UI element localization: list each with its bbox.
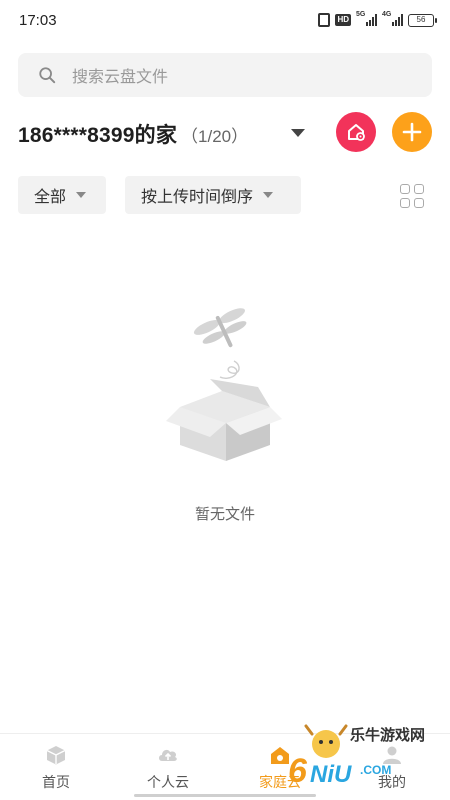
sort-order-label: 按上传时间倒序 [141,189,254,206]
watermark-text: 乐牛游戏网 [350,727,426,744]
svg-text:NiU: NiU [310,761,352,788]
signal-5g-icon: 5G [356,11,377,26]
status-bar: 17:03 HD 5G 4G 56 [0,0,450,40]
hd-badge: HD [335,14,351,26]
filter-type-dropdown[interactable]: 全部 [18,176,106,214]
status-time: 17:03 [19,12,57,29]
search-placeholder: 搜索云盘文件 [72,69,169,86]
caret-down-icon [263,192,274,198]
nav-label-home: 首页 [42,774,70,790]
search-icon [39,67,56,84]
home-indicator[interactable] [134,794,316,797]
cloud-upload-icon [159,749,177,761]
nav-item-personal-cloud[interactable]: 个人云 [128,744,208,792]
svg-text:.COM: .COM [360,763,391,777]
family-settings-button[interactable] [336,112,376,152]
caret-down-icon [76,192,87,198]
vibrate-icon [318,13,331,27]
cube-icon [46,746,66,765]
svg-text:6: 6 [288,752,308,788]
search-input[interactable]: 搜索云盘文件 [18,53,432,97]
grid-view-icon[interactable] [400,184,424,208]
nav-label-personal-cloud: 个人云 [147,774,189,790]
network-4g-label: 4G [382,11,392,18]
battery-icon: 56 [408,13,437,27]
plus-icon [402,122,422,142]
family-name: 186****8399的家 [18,124,178,147]
chevron-down-icon[interactable] [291,129,305,137]
empty-state-message: 暂无文件 [194,506,255,523]
family-member-count: （1/20） [181,126,249,146]
watermark-logo: 6 NiU .COM 乐牛游戏网 [268,718,438,788]
add-button[interactable] [392,112,432,152]
family-selector[interactable]: 186****8399的家 （1/20） [18,112,318,156]
network-5g-label: 5G [356,11,366,18]
empty-box-illustration [166,308,282,461]
sort-order-dropdown[interactable]: 按上传时间倒序 [125,176,301,214]
filter-type-label: 全部 [34,189,67,206]
signal-4g-icon: 4G [382,11,403,26]
nav-item-home[interactable]: 首页 [16,744,96,792]
status-icons: HD 5G 4G 56 [318,11,437,28]
home-settings-icon [348,124,365,141]
